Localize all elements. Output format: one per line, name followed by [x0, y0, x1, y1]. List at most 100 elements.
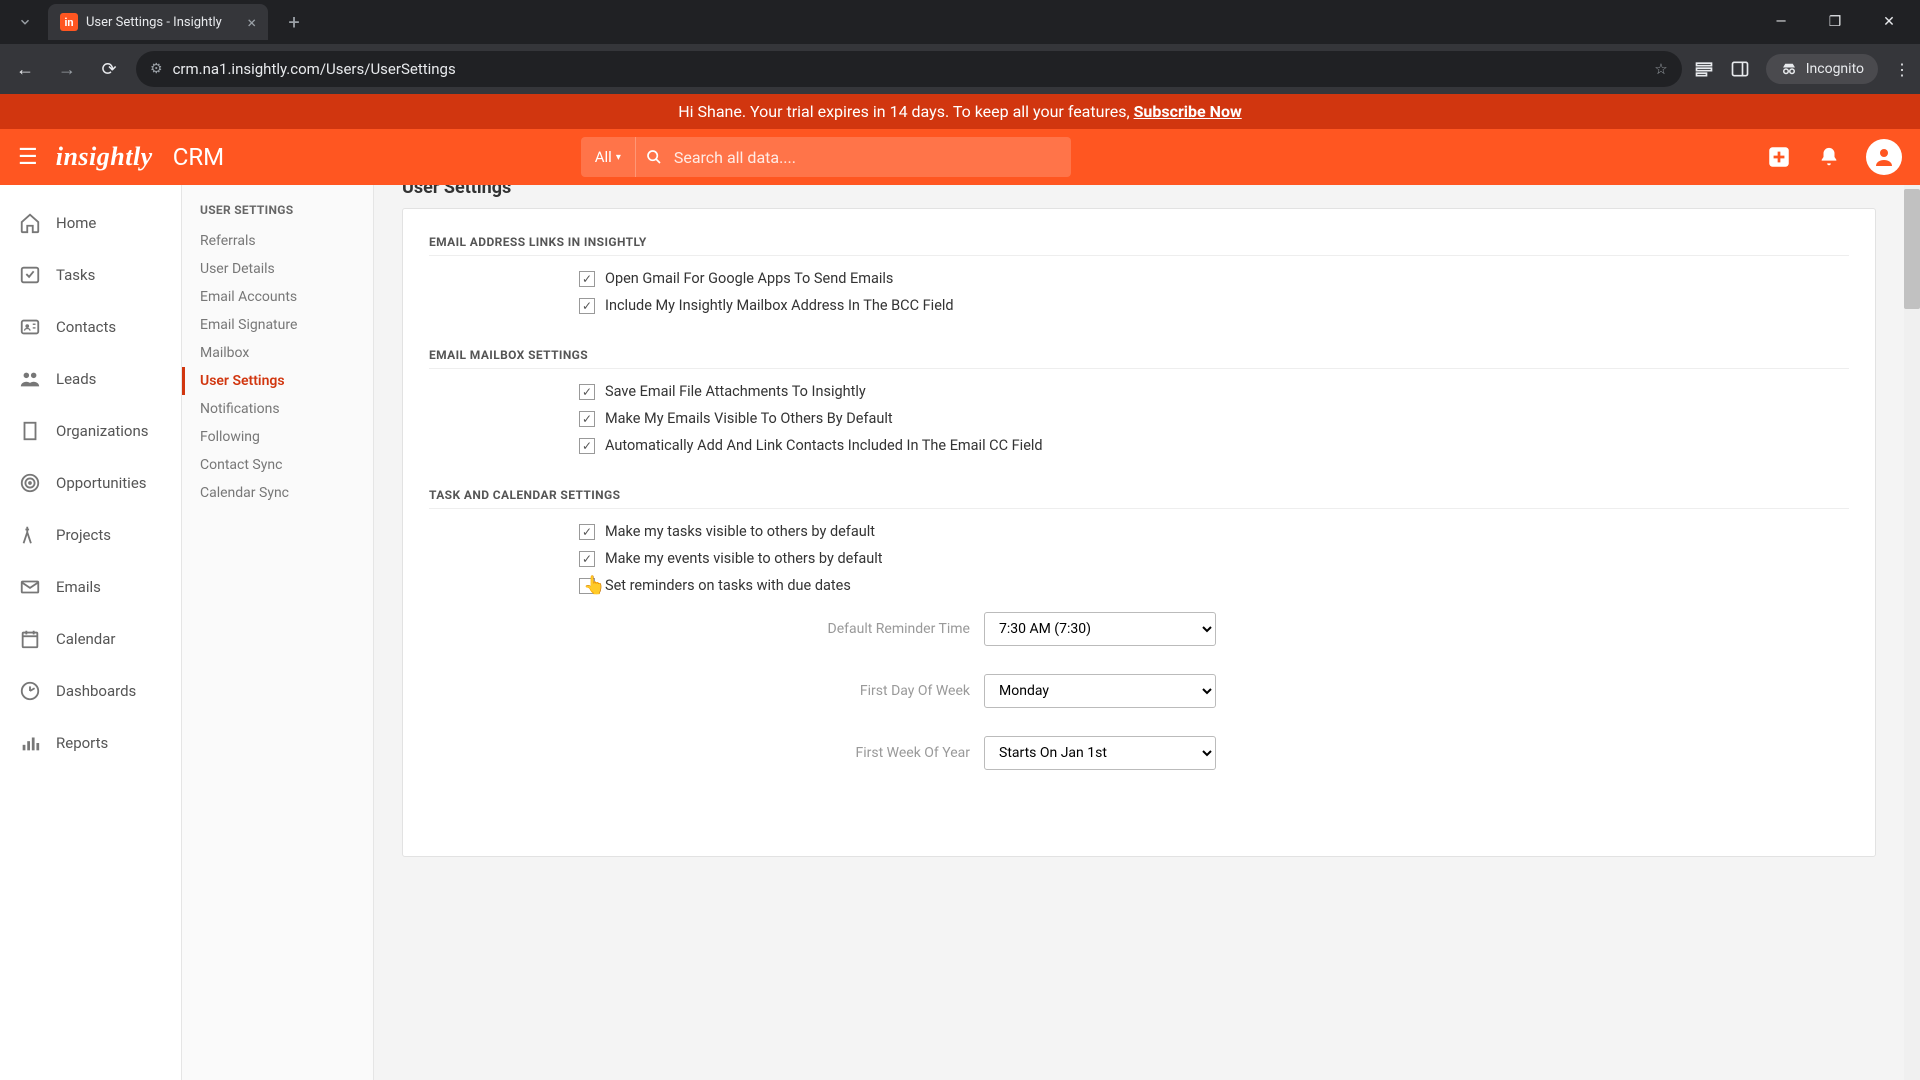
browser-titlebar: in User Settings - Insightly × + — ❐ ✕ [0, 0, 1920, 44]
chevron-down-icon: ▾ [616, 152, 621, 163]
minimize-button[interactable]: — [1766, 14, 1796, 30]
check-row: ✓ Open Gmail For Google Apps To Send Ema… [579, 270, 1849, 287]
section-title-task-calendar: TASK AND CALENDAR SETTINGS [429, 488, 1849, 509]
nav-dashboards[interactable]: Dashboards [0, 665, 181, 717]
nav-tasks[interactable]: Tasks [0, 249, 181, 301]
first-week-label: First Week Of Year [810, 745, 970, 761]
contacts-icon [18, 315, 42, 339]
profile-button[interactable] [1866, 139, 1902, 175]
reload-button[interactable]: ⟳ [94, 54, 124, 84]
favicon-icon: in [60, 13, 78, 31]
check-row: Set reminders on tasks with due dates 👆 [579, 577, 1849, 594]
back-button[interactable]: ← [10, 54, 40, 84]
incognito-label: Incognito [1806, 61, 1864, 77]
subnav-email-signature[interactable]: Email Signature [182, 311, 373, 339]
checkbox-label: Make my tasks visible to others by defau… [605, 523, 875, 540]
checkbox-events-visible[interactable]: ✓ [579, 551, 595, 567]
nav-opportunities[interactable]: Opportunities [0, 457, 181, 509]
new-tab-button[interactable]: + [280, 10, 308, 34]
subnav-user-details[interactable]: User Details [182, 255, 373, 283]
first-day-select[interactable]: Monday [984, 674, 1216, 708]
check-row: ✓ Save Email File Attachments To Insight… [579, 383, 1849, 400]
subnav-referrals[interactable]: Referrals [182, 227, 373, 255]
first-week-select[interactable]: Starts On Jan 1st [984, 736, 1216, 770]
close-window-button[interactable]: ✕ [1874, 14, 1904, 30]
checkbox-save-attachments[interactable]: ✓ [579, 384, 595, 400]
checkbox-tasks-visible[interactable]: ✓ [579, 524, 595, 540]
tasks-icon [18, 263, 42, 287]
subscribe-link[interactable]: Subscribe Now [1134, 102, 1242, 121]
maximize-button[interactable]: ❐ [1820, 14, 1850, 30]
settings-panel: EMAIL ADDRESS LINKS IN INSIGHTLY ✓ Open … [402, 208, 1876, 857]
reminder-time-select[interactable]: 7:30 AM (7:30) [984, 612, 1216, 646]
checkbox-reminders[interactable] [579, 578, 595, 594]
subnav-following[interactable]: Following [182, 423, 373, 451]
checkbox-auto-link[interactable]: ✓ [579, 438, 595, 454]
add-button[interactable] [1766, 144, 1792, 170]
site-info-icon[interactable]: ⚙ [150, 61, 163, 77]
logo[interactable]: insightly [56, 142, 153, 172]
check-row: ✓ Make My Emails Visible To Others By De… [579, 410, 1849, 427]
form-row-reminder-time: Default Reminder Time 7:30 AM (7:30) [429, 612, 1849, 646]
nav-projects[interactable]: Projects [0, 509, 181, 561]
dashboards-icon [18, 679, 42, 703]
subnav-notifications[interactable]: Notifications [182, 395, 373, 423]
nav-reports[interactable]: Reports [0, 717, 181, 769]
address-bar[interactable]: ⚙ crm.na1.insightly.com/Users/UserSettin… [136, 51, 1682, 87]
tab-search-button[interactable] [8, 5, 42, 39]
subnav-calendar-sync[interactable]: Calendar Sync [182, 479, 373, 507]
first-day-label: First Day Of Week [810, 683, 970, 699]
organizations-icon [18, 419, 42, 443]
reading-list-icon[interactable] [1694, 59, 1714, 79]
check-row: ✓ Make my tasks visible to others by def… [579, 523, 1849, 540]
settings-subnav: USER SETTINGS Referrals User Details Ema… [182, 185, 374, 1080]
scrollbar-thumb[interactable] [1904, 189, 1920, 309]
hamburger-button[interactable]: ☰ [18, 145, 38, 170]
subnav-contact-sync[interactable]: Contact Sync [182, 451, 373, 479]
window-controls: — ❐ ✕ [1766, 14, 1912, 30]
section-task-calendar: TASK AND CALENDAR SETTINGS ✓ Make my tas… [403, 482, 1875, 816]
check-row: ✓ Make my events visible to others by de… [579, 550, 1849, 567]
subnav-mailbox[interactable]: Mailbox [182, 339, 373, 367]
leads-icon [18, 367, 42, 391]
header-actions [1766, 139, 1902, 175]
form-row-first-week: First Week Of Year Starts On Jan 1st [429, 736, 1849, 770]
search-scope-dropdown[interactable]: All ▾ [581, 137, 636, 177]
calendar-icon [18, 627, 42, 651]
browser-tab[interactable]: in User Settings - Insightly × [48, 4, 268, 40]
app-body: Home Tasks Contacts Leads Organizations … [0, 185, 1920, 1080]
browser-menu-button[interactable]: ⋮ [1894, 60, 1910, 79]
checkbox-label: Include My Insightly Mailbox Address In … [605, 297, 954, 314]
scrollbar[interactable] [1904, 185, 1920, 1080]
checkbox-bcc[interactable]: ✓ [579, 298, 595, 314]
browser-toolbar: ← → ⟳ ⚙ crm.na1.insightly.com/Users/User… [0, 44, 1920, 94]
bookmark-icon[interactable]: ☆ [1654, 60, 1667, 78]
section-mailbox: EMAIL MAILBOX SETTINGS ✓ Save Email File… [403, 342, 1875, 482]
check-row: ✓ Include My Insightly Mailbox Address I… [579, 297, 1849, 314]
trial-banner: Hi Shane. Your trial expires in 14 days.… [0, 94, 1920, 129]
nav-home[interactable]: Home [0, 197, 181, 249]
nav-contacts[interactable]: Contacts [0, 301, 181, 353]
projects-icon [18, 523, 42, 547]
nav-organizations[interactable]: Organizations [0, 405, 181, 457]
incognito-badge[interactable]: Incognito [1766, 54, 1878, 84]
nav-calendar[interactable]: Calendar [0, 613, 181, 665]
notifications-button[interactable] [1818, 146, 1840, 168]
app-name: CRM [173, 143, 224, 171]
app-header: ☰ insightly CRM All ▾ [0, 129, 1920, 185]
subnav-user-settings[interactable]: User Settings [182, 367, 373, 395]
section-title-email-links: EMAIL ADDRESS LINKS IN INSIGHTLY [429, 235, 1849, 256]
page-title: User Settings [402, 185, 1876, 208]
checkbox-gmail[interactable]: ✓ [579, 271, 595, 287]
search-input[interactable] [662, 148, 1071, 167]
nav-emails[interactable]: Emails [0, 561, 181, 613]
checkbox-label: Make my events visible to others by defa… [605, 550, 883, 567]
global-search: All ▾ [581, 137, 1071, 177]
checkbox-emails-visible[interactable]: ✓ [579, 411, 595, 427]
subnav-email-accounts[interactable]: Email Accounts [182, 283, 373, 311]
nav-leads[interactable]: Leads [0, 353, 181, 405]
tab-close-button[interactable]: × [247, 13, 256, 32]
forward-button[interactable]: → [52, 54, 82, 84]
panel-icon[interactable] [1730, 59, 1750, 79]
opportunities-icon [18, 471, 42, 495]
